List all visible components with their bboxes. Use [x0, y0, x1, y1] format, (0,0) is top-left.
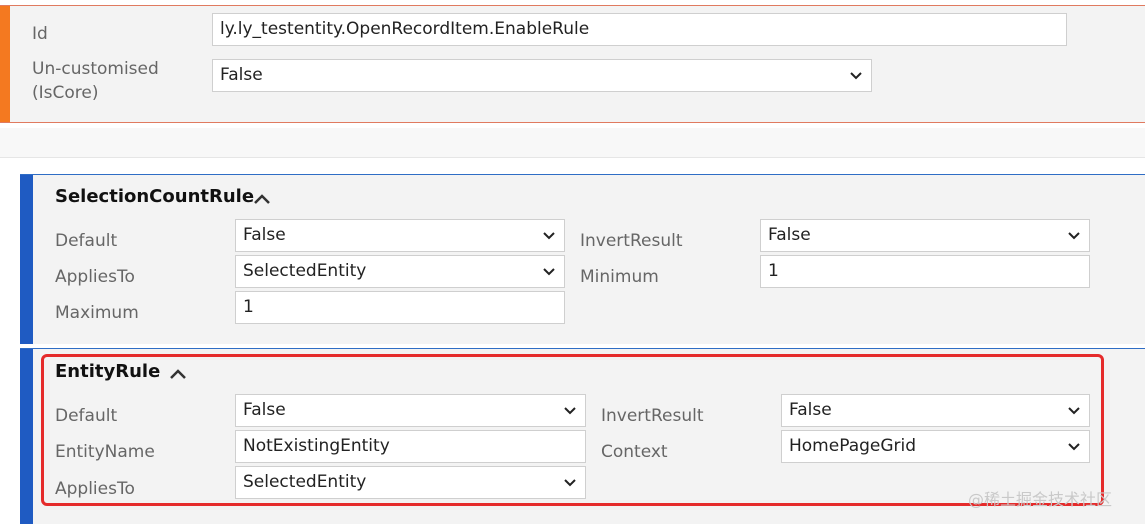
uncustomised-select-value: False	[220, 65, 263, 85]
scr-invert-label: InvertResult	[580, 231, 683, 251]
scr-applies-value: SelectedEntity	[243, 261, 367, 281]
scr-default-label: Default	[55, 231, 118, 251]
scr-applies-select[interactable]: SelectedEntity	[235, 255, 565, 288]
scr-invert-select[interactable]: False	[760, 219, 1090, 252]
scr-maximum-label: Maximum	[55, 303, 139, 323]
uncustomised-label-line1: Un-customised	[32, 59, 159, 79]
scr-applies-label: AppliesTo	[55, 267, 135, 287]
uncustomised-select[interactable]: False	[212, 59, 872, 92]
id-label: Id	[32, 24, 48, 44]
uncustomised-label-line2: (IsCore)	[32, 83, 99, 103]
watermark: @稀土掘金技术社区	[968, 490, 1113, 509]
chevron-down-icon	[1068, 232, 1080, 240]
scr-minimum-input[interactable]: 1	[760, 255, 1090, 288]
header-accent-bar	[0, 6, 10, 122]
scr-default-value: False	[243, 225, 286, 245]
section-accent-bar	[20, 349, 33, 524]
scr-maximum-input[interactable]: 1	[235, 291, 565, 324]
section-accent-bar	[20, 175, 33, 344]
chevron-up-icon[interactable]	[252, 192, 272, 206]
chevron-down-icon	[543, 268, 555, 276]
chevron-down-icon	[543, 232, 555, 240]
scr-minimum-label: Minimum	[580, 267, 659, 287]
scr-invert-value: False	[768, 225, 811, 245]
id-input[interactable]: ly.ly_testentity.OpenRecordItem.EnableRu…	[212, 13, 1067, 46]
highlight-box	[41, 354, 1104, 506]
section-spacer	[0, 128, 1145, 158]
selection-count-rule-title: SelectionCountRule	[55, 186, 255, 207]
chevron-down-icon	[850, 72, 862, 80]
scr-default-select[interactable]: False	[235, 219, 565, 252]
